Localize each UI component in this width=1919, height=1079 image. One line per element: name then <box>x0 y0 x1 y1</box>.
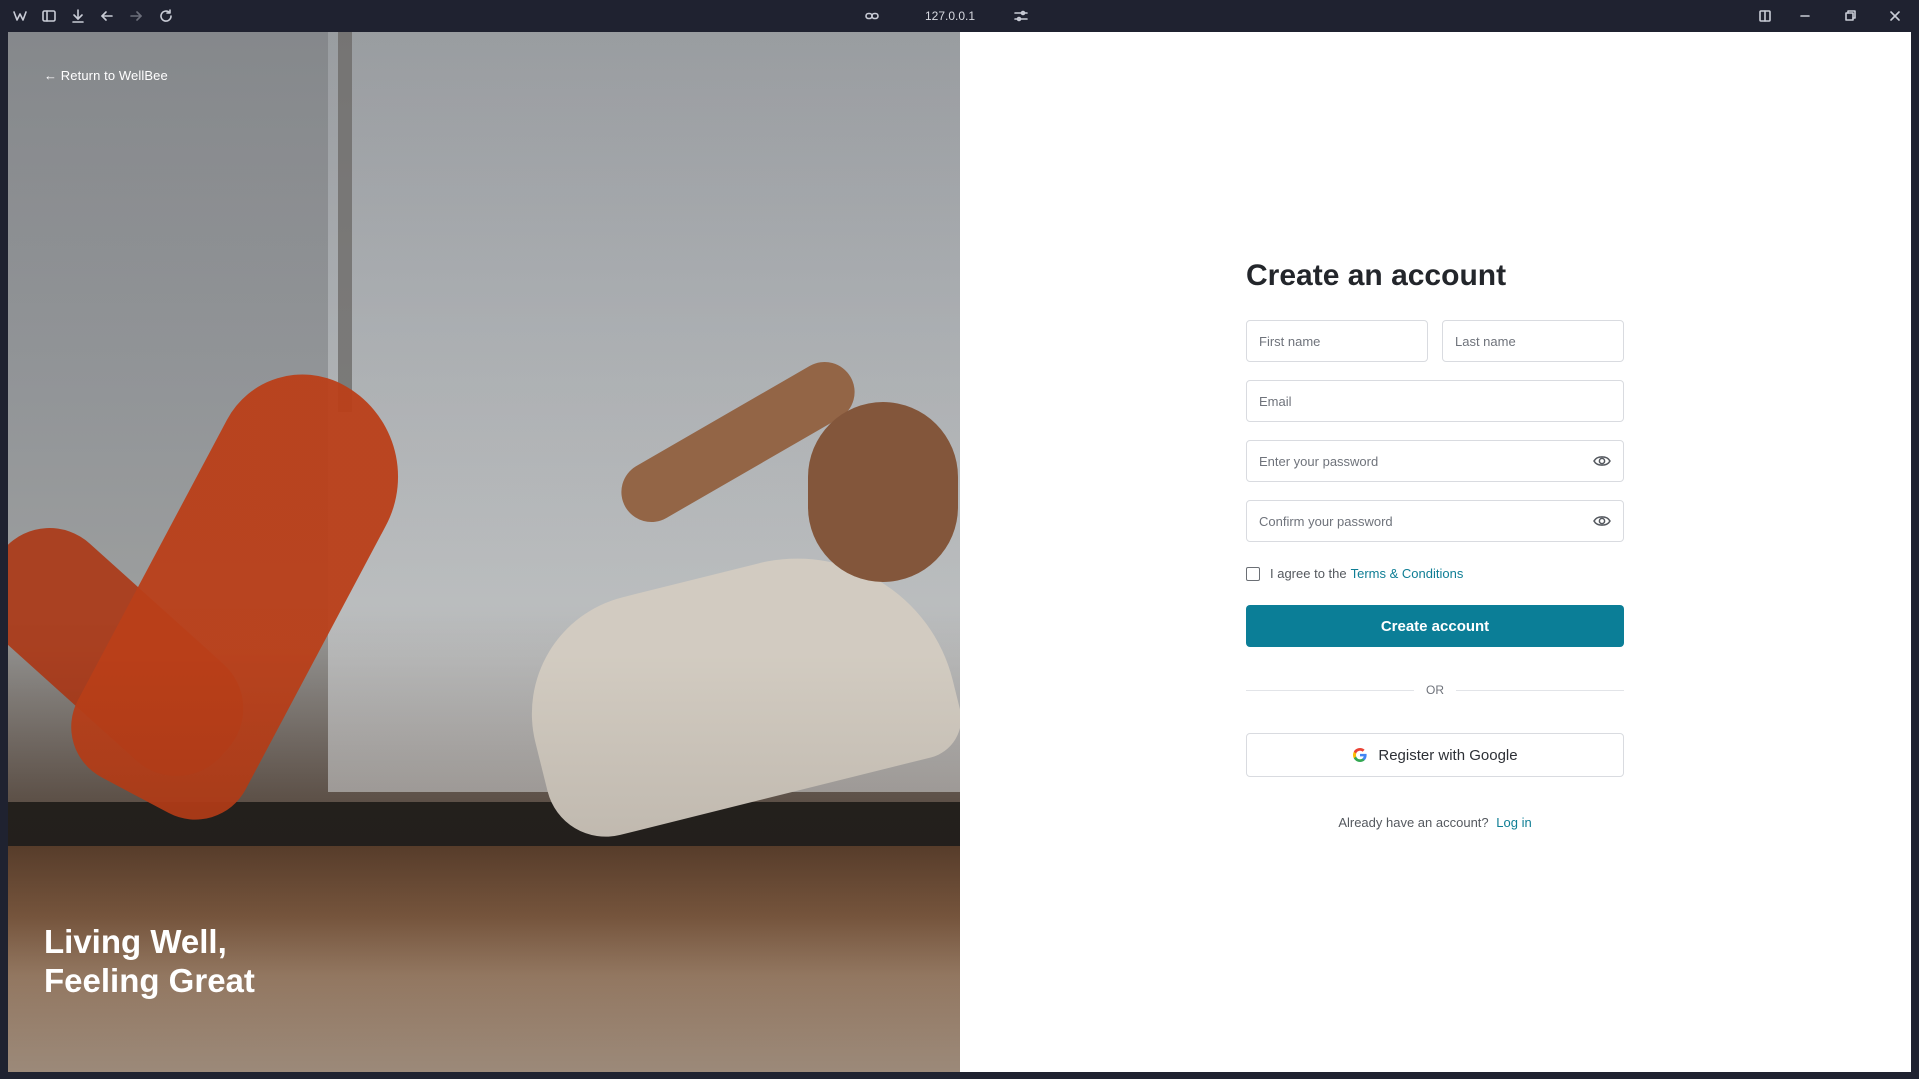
show-confirm-password-eye-icon[interactable] <box>1593 514 1611 528</box>
split-view-icon[interactable] <box>1757 8 1773 24</box>
email-field <box>1246 380 1624 422</box>
login-prompt-text: Already have an account? <box>1338 815 1489 830</box>
terms-agreement: I agree to the Terms & Conditions <box>1246 566 1624 581</box>
name-row <box>1246 320 1624 362</box>
email-input[interactable] <box>1247 381 1623 421</box>
divider-text: OR <box>1426 683 1444 697</box>
or-divider: OR <box>1246 683 1624 697</box>
page-viewport: ← Return to WellBee Living Well, Feeling… <box>8 32 1911 1072</box>
address-bar[interactable]: 127.0.0.1 <box>910 8 990 24</box>
page-title: Create an account <box>1246 259 1507 292</box>
maximize-icon[interactable] <box>1842 8 1858 24</box>
login-prompt: Already have an account? Log in <box>1246 815 1624 830</box>
link-icon[interactable] <box>864 8 880 24</box>
minimize-icon[interactable] <box>1797 8 1813 24</box>
terms-checkbox[interactable] <box>1246 566 1260 581</box>
terms-prefix-text: I agree to the <box>1270 566 1347 581</box>
return-to-home-link[interactable]: ← Return to WellBee <box>44 68 168 83</box>
google-button-label: Register with Google <box>1378 746 1518 764</box>
first-name-field <box>1246 320 1428 362</box>
confirm-password-input[interactable] <box>1247 501 1623 541</box>
hero-image: ← Return to WellBee Living Well, Feeling… <box>8 32 960 1072</box>
site-settings-icon[interactable] <box>1013 8 1029 24</box>
hero-overlay <box>8 32 960 1072</box>
create-account-button[interactable]: Create account <box>1246 605 1624 647</box>
password-field <box>1246 440 1624 482</box>
divider-line <box>1456 689 1624 691</box>
hero-tagline: Living Well, Feeling Great <box>44 922 255 1000</box>
password-input[interactable] <box>1247 441 1623 481</box>
signup-panel: Create an account First name Last name E… <box>960 32 1911 1072</box>
back-icon[interactable] <box>99 8 115 24</box>
terms-conditions-link[interactable]: Terms & Conditions <box>1351 566 1464 581</box>
sidebar-toggle-icon[interactable] <box>41 8 57 24</box>
reload-icon[interactable] <box>158 8 174 24</box>
browser-toolbar: 127.0.0.1 <box>0 0 1919 32</box>
download-icon[interactable] <box>70 8 86 24</box>
last-name-field <box>1442 320 1624 362</box>
forward-icon[interactable] <box>128 8 144 24</box>
login-link[interactable]: Log in <box>1496 815 1531 830</box>
register-with-google-button[interactable]: Register with Google <box>1246 733 1624 777</box>
first-name-input[interactable] <box>1247 321 1427 361</box>
tagline-line-2: Feeling Great <box>44 962 255 999</box>
google-icon <box>1353 748 1367 762</box>
signup-form: Create an account First name Last name E… <box>1246 258 1624 830</box>
tagline-line-1: Living Well, <box>44 923 227 960</box>
divider-line <box>1246 689 1414 691</box>
show-password-eye-icon[interactable] <box>1593 454 1611 468</box>
last-name-input[interactable] <box>1443 321 1623 361</box>
close-icon[interactable] <box>1887 8 1903 24</box>
confirm-password-field <box>1246 500 1624 542</box>
browser-logo-icon[interactable] <box>12 8 28 24</box>
